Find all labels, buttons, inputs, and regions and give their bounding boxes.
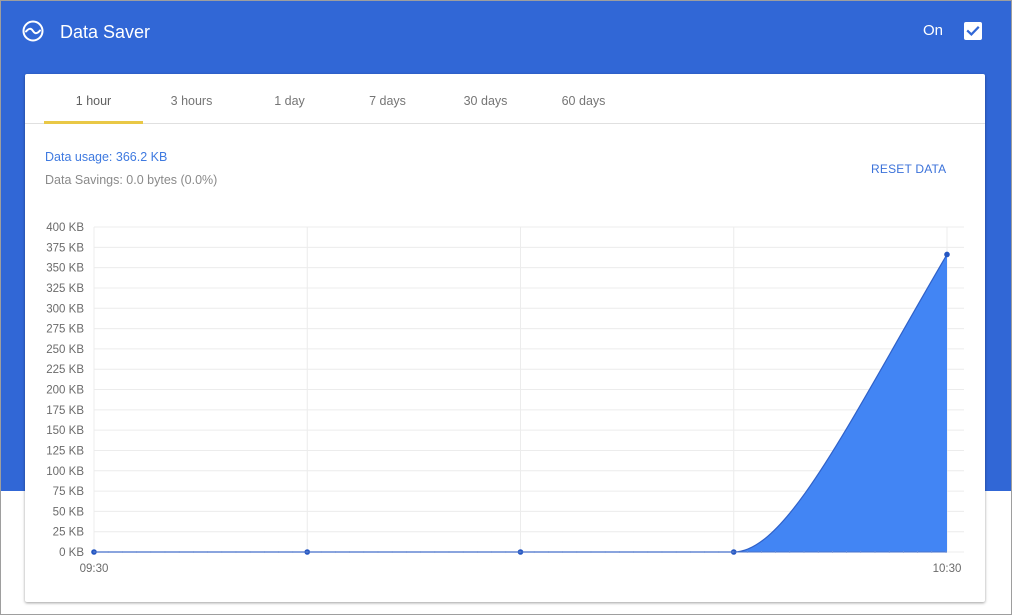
y-tick-label: 300 KB [46, 303, 84, 315]
y-tick-label: 250 KB [46, 344, 84, 356]
y-tick-label: 150 KB [46, 425, 84, 437]
data-point [944, 251, 950, 258]
app-window: Data Saver On 1 hour 3 hours 1 day 7 day… [0, 0, 1012, 615]
y-tick-label: 200 KB [46, 385, 84, 397]
y-tick-label: 400 KB [46, 222, 84, 234]
y-tick-label: 100 KB [46, 466, 84, 478]
y-tick-label: 0 KB [59, 547, 84, 559]
y-tick-label: 50 KB [53, 506, 85, 518]
y-tick-label: 275 KB [46, 324, 84, 336]
x-tick-label: 09:30 [80, 563, 109, 575]
x-tick-label: 10:30 [933, 563, 962, 575]
y-tick-label: 325 KB [46, 283, 84, 295]
y-tick-label: 225 KB [46, 364, 84, 376]
data-usage-chart: 0 KB 25 KB 50 KB 75 KB 100 KB 125 KB 150 KB 175… [46, 222, 964, 575]
y-tick-label: 175 KB [46, 405, 84, 417]
y-tick-label: 125 KB [46, 445, 84, 457]
y-tick-label: 25 KB [53, 527, 85, 539]
y-tick-label: 75 KB [53, 486, 85, 498]
y-tick-label: 375 KB [46, 242, 84, 254]
y-tick-label: 350 KB [46, 263, 84, 275]
